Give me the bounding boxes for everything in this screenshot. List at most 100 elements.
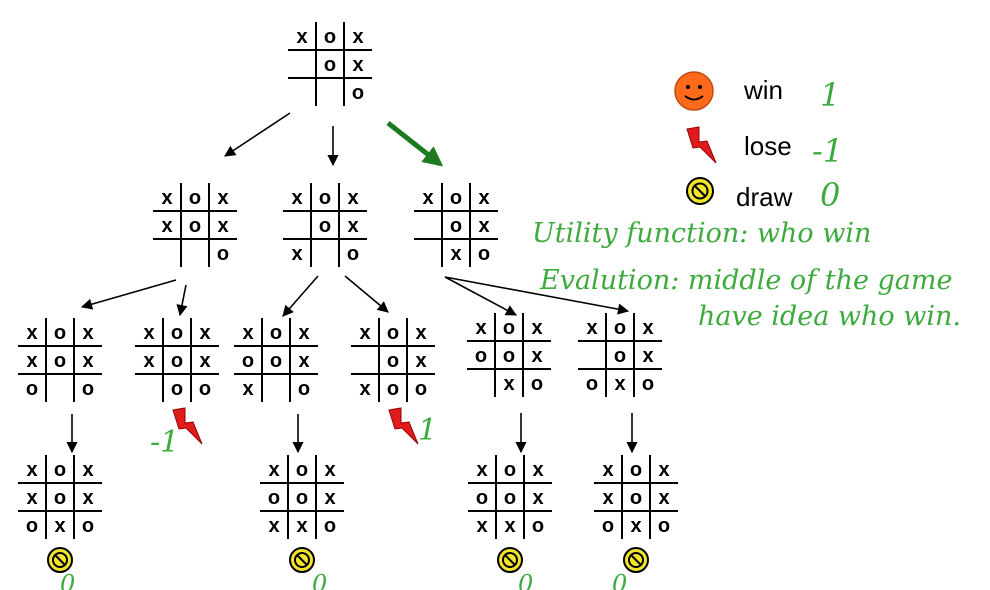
board-cell-x: x <box>359 378 370 400</box>
board-cell-x: x <box>54 515 65 537</box>
board-cell-x: x <box>475 317 486 339</box>
board-cell-o: o <box>478 243 490 265</box>
board-cell-o: o <box>270 322 282 344</box>
board-cell-x: x <box>298 322 309 344</box>
board-cell-o: o <box>242 350 254 372</box>
board-cell-o: o <box>476 487 488 509</box>
board-cell-x: x <box>352 54 363 76</box>
board-cell-o: o <box>54 350 66 372</box>
board-cell-o: o <box>324 515 336 537</box>
board-cell-o: o <box>531 373 543 395</box>
board-cell-x: x <box>642 345 653 367</box>
board-cell-o: o <box>319 187 331 209</box>
best-move-arrow <box>386 121 444 167</box>
note-evaluation: Evalution: middle of the game <box>539 265 953 296</box>
board-cell-x: x <box>296 26 307 48</box>
edge-l1a-l2b <box>176 284 188 317</box>
board-l1b: x o xo xx o <box>283 183 367 267</box>
game-tree-diagram: x o xo xox o xx o xox o xo xx ox o xo xx ox o xx o xo ox o xx o… <box>18 22 961 590</box>
board-cell-o: o <box>387 322 399 344</box>
board-cell-x: x <box>476 459 487 481</box>
legend-lose: lose <box>686 126 792 164</box>
legend-label-lose: lose <box>744 131 792 161</box>
board-l3c: x o xo o xx x o <box>468 455 552 539</box>
board-cell-x: x <box>415 350 426 372</box>
board-cell-x: x <box>476 515 487 537</box>
board-cell-o: o <box>387 378 399 400</box>
annotation-lose-value: -1 <box>812 132 843 170</box>
legend-draw: draw <box>686 177 793 212</box>
board-cell-x: x <box>291 187 302 209</box>
board-cell-x: x <box>26 487 37 509</box>
edge-l1b-l2c <box>282 275 319 317</box>
board-cell-x: x <box>352 26 363 48</box>
board-cell-o: o <box>296 459 308 481</box>
annotation-l3c-value: 0 <box>518 570 533 590</box>
board-cell-x: x <box>268 515 279 537</box>
board-cell-x: x <box>415 322 426 344</box>
board-cell-o: o <box>503 345 515 367</box>
board-cell-x: x <box>642 317 653 339</box>
board-cell-o: o <box>630 459 642 481</box>
annotation-l2d-value: 1 <box>418 413 437 448</box>
board-cell-x: x <box>26 459 37 481</box>
board-cell-o: o <box>324 54 336 76</box>
board-cell-o: o <box>387 350 399 372</box>
board-cell-x: x <box>658 459 669 481</box>
annotation-l3a-value: 0 <box>60 570 75 590</box>
board-cell-o: o <box>352 82 364 104</box>
board-cell-x: x <box>324 459 335 481</box>
board-cell-x: x <box>26 350 37 372</box>
board-cell-x: x <box>614 373 625 395</box>
board-cell-o: o <box>54 459 66 481</box>
board-cell-x: x <box>478 187 489 209</box>
board-cell-o: o <box>298 378 310 400</box>
board-cell-x: x <box>242 378 253 400</box>
board-root: x o xo xo <box>288 22 372 106</box>
board-l2f: x o xo xo x o <box>578 313 662 397</box>
edge-root-l1a <box>224 112 291 157</box>
board-cell-o: o <box>630 487 642 509</box>
board-cell-o: o <box>324 26 336 48</box>
board-cell-x: x <box>161 215 172 237</box>
board-cell-o: o <box>450 215 462 237</box>
note-have-idea: have idea who win. <box>698 301 961 332</box>
board-cell-o: o <box>658 515 670 537</box>
annotation-l2b-value: -1 <box>150 425 179 460</box>
note-utility-function: Utility function: who win <box>532 218 871 249</box>
board-cell-x: x <box>531 345 542 367</box>
board-cell-x: x <box>268 459 279 481</box>
board-cell-x: x <box>82 322 93 344</box>
board-cell-x: x <box>347 215 358 237</box>
board-l2e: x o xo o xx o <box>467 313 551 397</box>
board-cell-x: x <box>291 243 302 265</box>
board-cell-x: x <box>478 215 489 237</box>
board-cell-x: x <box>347 187 358 209</box>
board-cell-x: x <box>143 322 154 344</box>
outcome-layer <box>47 407 649 573</box>
board-cell-o: o <box>54 322 66 344</box>
board-cell-x: x <box>422 187 433 209</box>
board-cell-o: o <box>217 243 229 265</box>
board-cell-o: o <box>475 345 487 367</box>
board-cell-o: o <box>171 322 183 344</box>
board-cell-o: o <box>189 215 201 237</box>
board-cell-x: x <box>532 459 543 481</box>
smiley-face-icon <box>674 71 714 111</box>
board-cell-x: x <box>532 487 543 509</box>
board-cell-o: o <box>614 345 626 367</box>
board-cell-o: o <box>642 373 654 395</box>
board-cell-x: x <box>143 350 154 372</box>
board-cell-o: o <box>586 373 598 395</box>
legend-label-win: win <box>743 75 783 105</box>
board-cell-x: x <box>602 487 613 509</box>
board-l1a: x o xx o xo <box>153 183 237 267</box>
edge-l1c-l2e <box>444 276 517 316</box>
board-cell-x: x <box>199 322 210 344</box>
board-cell-x: x <box>199 350 210 372</box>
board-l1c: x o xo xx o <box>414 183 498 267</box>
legend-win: win <box>674 71 783 111</box>
board-cell-o: o <box>602 515 614 537</box>
annotation-win-value: 1 <box>820 76 840 114</box>
board-cell-x: x <box>586 317 597 339</box>
